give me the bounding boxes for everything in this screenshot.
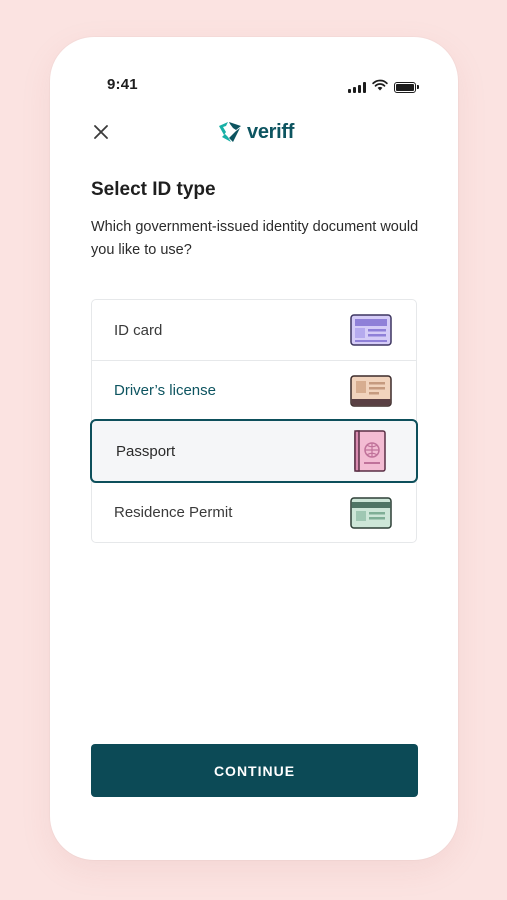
status-bar: 9:41 <box>58 45 450 105</box>
app-screen: 9:41 veriff Select ID type Which governm… <box>58 45 450 852</box>
status-icons <box>348 78 419 96</box>
veriff-logo: veriff <box>217 120 294 144</box>
document-option-id-card[interactable]: ID card <box>92 300 416 360</box>
continue-button[interactable]: CONTINUE <box>91 744 418 797</box>
passport-icon <box>348 430 390 472</box>
close-icon <box>94 125 108 139</box>
document-option-residence-permit[interactable]: Residence Permit <box>92 482 416 542</box>
battery-icon <box>394 81 419 93</box>
id-card-icon <box>350 313 392 347</box>
document-option-drivers-license[interactable]: Driver’s license <box>92 360 416 420</box>
document-option-label: Residence Permit <box>114 504 233 521</box>
document-option-passport[interactable]: Passport <box>90 419 418 483</box>
status-time: 9:41 <box>107 76 138 93</box>
residence-permit-icon <box>350 496 392 530</box>
page-title: Select ID type <box>91 179 216 200</box>
signal-icon <box>348 81 366 93</box>
wifi-icon <box>372 78 388 96</box>
header: veriff <box>58 115 450 151</box>
document-type-list: ID card Driver’s license Passport Reside… <box>90 299 418 543</box>
document-option-label: Driver’s license <box>114 382 216 399</box>
close-button[interactable] <box>92 123 110 141</box>
document-option-label: ID card <box>114 321 163 339</box>
drivers-license-icon <box>350 374 392 408</box>
document-option-label: Passport <box>116 442 176 460</box>
page-subtitle: Which government-issued identity documen… <box>91 219 419 258</box>
veriff-logo-icon <box>219 122 241 142</box>
phone-frame: 9:41 veriff Select ID type Which governm… <box>50 37 458 860</box>
logo-text: veriff <box>247 120 295 143</box>
